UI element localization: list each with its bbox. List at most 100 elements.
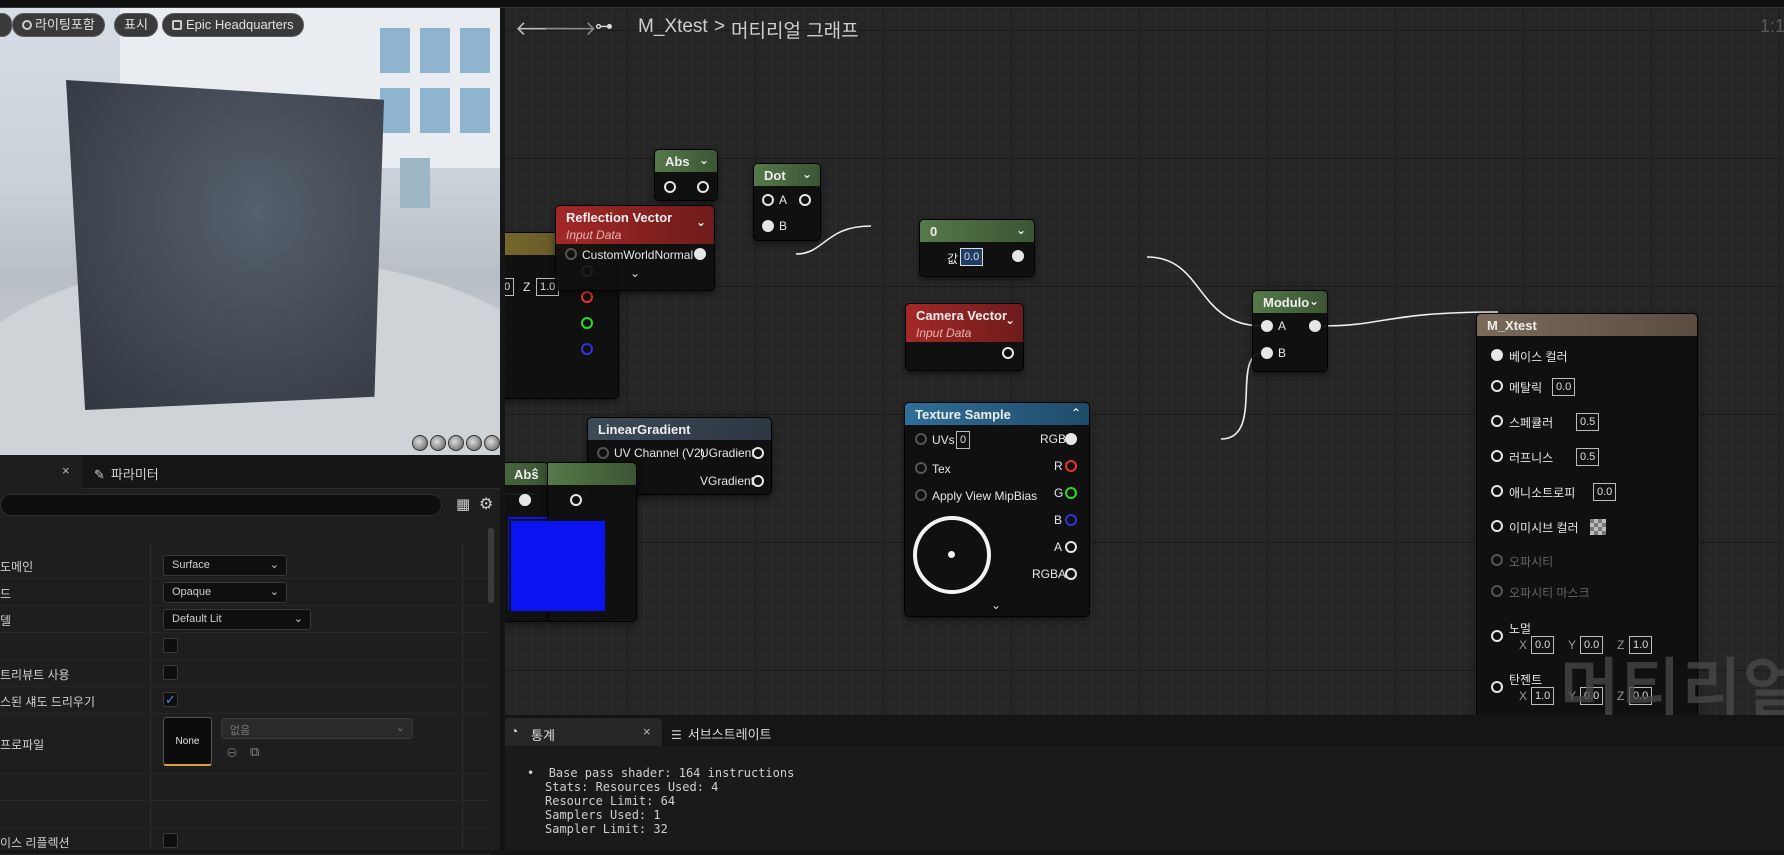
chevron-down-icon: ⌄ [1004,313,1015,327]
output-pin-g[interactable] [1065,487,1077,499]
output-pin-a[interactable] [1065,541,1077,553]
specular-value-field[interactable]: 0.5 [1576,413,1600,431]
input-pin-a[interactable] [1261,320,1273,332]
output-pin-r[interactable] [1065,460,1077,472]
input-pin-mipbias[interactable] [915,489,927,501]
output-pin-b[interactable] [581,343,593,355]
input-pin[interactable] [597,447,609,459]
output-pin[interactable] [694,248,706,260]
node-modulo[interactable]: Modulo ⌄ A B [1253,291,1327,371]
details-search-input[interactable] [0,494,442,516]
preview-scene-button[interactable]: Epic Headquarters [162,13,304,37]
material-graph-canvas[interactable]: 🡐 🡒 ⊶ M_Xtest > 머티리얼 그래프 1:1 ⌃ 1.0 Z 1.0… [505,8,1784,715]
normal-x-field[interactable]: 0.0 [1531,636,1555,654]
input-pin-anisotropy[interactable] [1491,485,1503,497]
node-reflection-vector[interactable]: Reflection Vector Input Data ⌄ CustomWorld… [556,206,714,290]
blend-mode-dropdown[interactable]: Opaque ⌄ [163,582,287,603]
output-pin-u[interactable] [752,447,764,459]
input-pin[interactable] [664,181,676,193]
tab-parameters[interactable]: ✎ 파라미터 [94,464,159,483]
roughness-value-field[interactable]: 0.5 [1576,448,1600,466]
output-pin-b[interactable] [1065,514,1077,526]
sphere-mesh-icon[interactable] [430,435,446,451]
property-checkbox[interactable] [163,638,178,653]
input-pin-metallic[interactable] [1491,380,1503,392]
input-pin-normal[interactable] [1491,630,1503,642]
output-pin[interactable] [570,494,582,506]
node-constant[interactable]: 0 ⌄ 값 0.0 [920,220,1034,276]
close-icon[interactable]: × [643,724,651,739]
input-pin-tex[interactable] [915,462,927,474]
node-abs-top[interactable]: Abs ⌄ [655,150,717,200]
output-pin[interactable] [1012,250,1024,262]
forward-arrow-icon[interactable]: 🡒 [543,16,597,41]
shading-model-dropdown[interactable]: Default Lit ⌄ [163,609,311,630]
node-camera-vector[interactable]: Camera Vector Input Data ⌄ [906,304,1023,370]
input-pin[interactable] [565,248,577,260]
node-title: 0 [930,224,938,239]
uv-index-field[interactable]: 0 [956,431,971,449]
property-checkbox-checked[interactable]: ✓ [163,692,178,707]
plane-mesh-icon[interactable] [448,435,464,451]
input-pin-specular[interactable] [1491,415,1503,427]
browse-asset-icon[interactable]: ⧉ [250,744,259,760]
pin-label: B [1278,346,1287,360]
property-checkbox[interactable] [163,665,178,680]
input-pin[interactable] [519,494,531,506]
node-dot[interactable]: Dot ⌄ A B [754,164,820,240]
level-viewport[interactable]: 라이팅포함 표시 Epic Headquarters [0,8,500,455]
output-pin-g[interactable] [581,317,593,329]
node-texture-sample[interactable]: Texture Sample ⌃ UVs 0 Tex Apply View Mip… [905,403,1089,616]
input-pin-b[interactable] [1261,347,1273,359]
expand-chevron-icon[interactable]: ⌄ [630,266,640,280]
material-domain-dropdown[interactable]: Surface ⌄ [163,555,287,576]
output-pin-rgba[interactable] [1065,568,1077,580]
input-pin-b[interactable] [762,220,774,232]
viewport-menu-button[interactable] [0,13,12,37]
dropdown-value: Surface [172,559,210,571]
dropdown-value: Default Lit [172,613,222,625]
lighting-mode-button[interactable]: 라이팅포함 [12,13,105,37]
node-title: Dot [764,168,786,183]
gear-icon[interactable]: ⚙ [479,494,493,514]
output-pin-rgb[interactable] [1065,433,1077,445]
close-icon[interactable]: × [62,463,70,478]
input-pin-tangent[interactable] [1491,681,1503,693]
stats-tab-bar: ◔ 통계 × ☰ 서브스트레이트 [505,718,1784,746]
input-pin-a[interactable] [762,194,774,206]
expand-chevron-icon[interactable]: ⌄ [991,598,1001,612]
pin-label: A [1054,540,1063,554]
node-header: Abs ⌄ [655,150,717,172]
tab-substrate[interactable]: ☰ 서브스트레이트 [671,724,772,743]
metallic-value-field[interactable]: 0.0 [1552,378,1576,396]
custom-mesh-icon[interactable] [484,435,500,451]
output-pin[interactable] [697,181,709,193]
output-pin-r[interactable] [581,291,593,303]
input-pin-base-color[interactable] [1491,349,1503,361]
output-pin-v[interactable] [752,475,764,487]
tab-stats[interactable]: ◔ 통계 × [505,718,662,746]
wire-constant-to-modulo [1146,256,1264,327]
input-pin-emissive[interactable] [1491,520,1503,532]
y-value-field[interactable]: 1.0 [505,278,515,296]
property-checkbox[interactable] [163,833,178,848]
graph-toolbar: 🡐 🡒 ⊶ M_Xtest > 머티리얼 그래프 1:1 [505,8,1784,50]
output-pin[interactable] [1002,347,1014,359]
cylinder-mesh-icon[interactable] [412,435,428,451]
reset-arrow-icon[interactable]: ⊖ [226,744,238,761]
table-view-icon[interactable]: ▦ [456,495,470,513]
input-pin-uvs[interactable] [915,433,927,445]
profile-asset-dropdown[interactable]: 없음 ⌄ [221,718,413,739]
tangent-x-field[interactable]: 1.0 [1531,687,1555,705]
emissive-color-swatch[interactable] [1590,519,1606,535]
input-pin-roughness[interactable] [1491,450,1503,462]
details-tab[interactable] [0,455,82,489]
profile-asset-thumbnail[interactable]: None [163,717,212,766]
breadcrumb-asset[interactable]: M_Xtest [638,16,708,38]
output-pin[interactable] [1309,320,1321,332]
anisotropy-value-field[interactable]: 0.0 [1593,483,1617,501]
constant-value-field[interactable]: 0.0 [960,248,984,266]
cube-mesh-icon[interactable] [466,435,482,451]
output-pin[interactable] [799,194,811,206]
show-menu-button[interactable]: 표시 [114,13,158,37]
